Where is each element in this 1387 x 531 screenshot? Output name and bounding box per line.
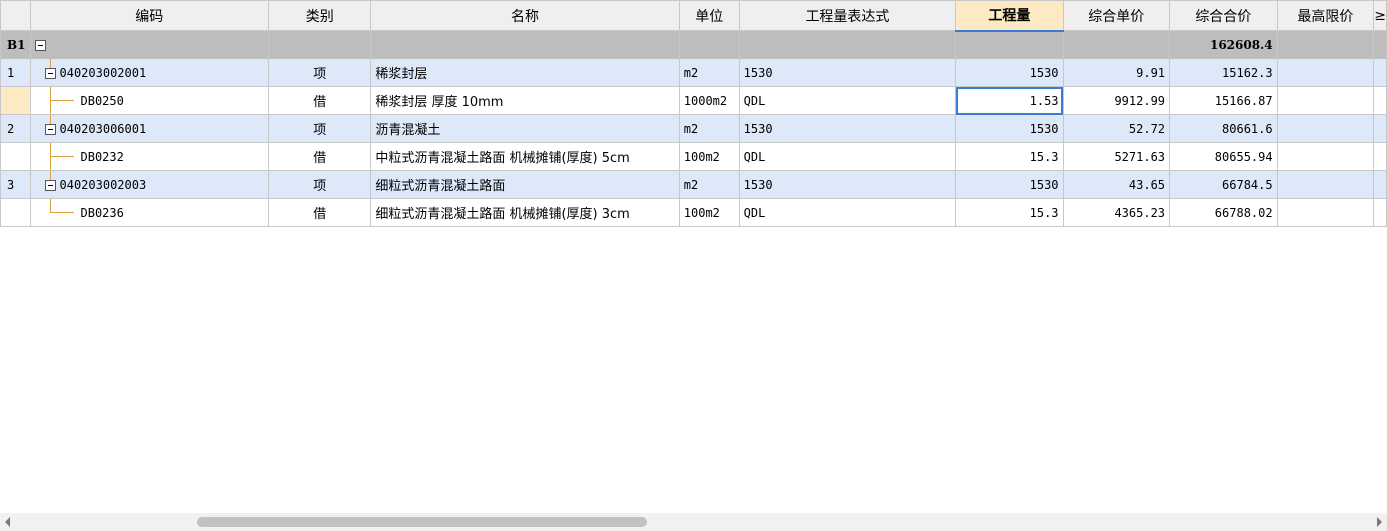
col-header-expr[interactable]: 工程量表达式: [738, 0, 957, 31]
unit-price-cell[interactable]: 43.65: [1062, 170, 1171, 199]
row-number: [0, 86, 31, 115]
qty-cell[interactable]: 1530: [955, 114, 1064, 143]
collapse-icon[interactable]: [44, 179, 56, 191]
type-cell[interactable]: 借: [268, 86, 372, 115]
qty-cell[interactable]: 15.3: [955, 198, 1064, 227]
row-number: 3: [0, 170, 31, 199]
col-header-name[interactable]: 名称: [370, 0, 680, 31]
col-header-unit-price[interactable]: 综合单价: [1062, 0, 1171, 31]
col-header-code[interactable]: 编码: [29, 0, 270, 31]
total-price-cell[interactable]: 66784.5: [1169, 170, 1278, 199]
table-row[interactable]: 1 040203002001 项 稀浆封层 m2 1530 1530 9.91 …: [0, 58, 1387, 87]
col-header-total-price[interactable]: 综合合价: [1169, 0, 1278, 31]
expr-cell[interactable]: 1530: [738, 58, 957, 87]
table-row[interactable]: 2 040203006001 项 沥青混凝土 m2 1530 1530 52.7…: [0, 114, 1387, 143]
unit-price-cell[interactable]: 9.91: [1062, 58, 1171, 87]
unit-cell[interactable]: 100m2: [678, 142, 740, 171]
table-row[interactable]: DB0236 借 细粒式沥青混凝土路面 机械摊铺(厚度) 3cm 100m2 Q…: [0, 198, 1387, 227]
horizontal-scrollbar[interactable]: [0, 513, 1387, 531]
corner-header[interactable]: [0, 0, 31, 31]
qty-cell[interactable]: 1530: [955, 170, 1064, 199]
col-header-type[interactable]: 类别: [268, 0, 372, 31]
table-row[interactable]: DB0250 借 稀浆封层 厚度 10mm 1000m2 QDL 1.53 99…: [0, 86, 1387, 115]
unit-cell[interactable]: m2: [678, 170, 740, 199]
table-row[interactable]: DB0232 借 中粒式沥青混凝土路面 机械摊铺(厚度) 5cm 100m2 Q…: [0, 142, 1387, 171]
row-number: [0, 198, 31, 227]
max-price-cell[interactable]: [1276, 142, 1375, 171]
total-price-cell[interactable]: 80661.6: [1169, 114, 1278, 143]
unit-cell[interactable]: 100m2: [678, 198, 740, 227]
total-price-cell[interactable]: 15162.3: [1169, 58, 1278, 87]
group-total-price: 162608.4: [1169, 30, 1278, 59]
scrollbar-thumb[interactable]: [197, 517, 647, 527]
collapse-icon[interactable]: [44, 67, 56, 79]
max-price-cell[interactable]: [1276, 170, 1375, 199]
name-cell[interactable]: 稀浆封层 厚度 10mm: [370, 86, 680, 115]
col-header-unit[interactable]: 单位: [678, 0, 740, 31]
max-price-cell[interactable]: [1276, 58, 1375, 87]
name-cell[interactable]: 细粒式沥青混凝土路面: [370, 170, 680, 199]
col-header-max-price[interactable]: 最高限价: [1276, 0, 1375, 31]
type-cell[interactable]: 借: [268, 198, 372, 227]
type-cell[interactable]: 项: [268, 58, 372, 87]
unit-price-cell[interactable]: 5271.63: [1062, 142, 1171, 171]
bill-of-quantities-grid: 编码 类别 名称 单位 工程量表达式 工程量 综合单价 综合合价 最高限价 ≥ …: [0, 0, 1387, 227]
row-number: [0, 142, 31, 171]
col-header-extra[interactable]: ≥: [1373, 0, 1387, 31]
name-cell[interactable]: 稀浆封层: [370, 58, 680, 87]
collapse-icon[interactable]: [44, 123, 56, 135]
unit-price-cell[interactable]: 9912.99: [1062, 86, 1171, 115]
code-cell[interactable]: DB0250: [29, 86, 270, 115]
max-price-cell[interactable]: [1276, 86, 1375, 115]
code-cell[interactable]: 040203006001: [29, 114, 270, 143]
group-id: B1: [0, 30, 31, 59]
col-header-qty[interactable]: 工程量: [955, 0, 1064, 32]
max-price-cell[interactable]: [1276, 114, 1375, 143]
type-cell[interactable]: 项: [268, 114, 372, 143]
code-cell[interactable]: DB0232: [29, 142, 270, 171]
unit-cell[interactable]: 1000m2: [678, 86, 740, 115]
max-price-cell[interactable]: [1276, 198, 1375, 227]
table-row[interactable]: 3 040203002003 项 细粒式沥青混凝土路面 m2 1530 1530…: [0, 170, 1387, 199]
name-cell[interactable]: 中粒式沥青混凝土路面 机械摊铺(厚度) 5cm: [370, 142, 680, 171]
code-cell[interactable]: DB0236: [29, 198, 270, 227]
name-cell[interactable]: 细粒式沥青混凝土路面 机械摊铺(厚度) 3cm: [370, 198, 680, 227]
group-row[interactable]: B1 162608.4: [0, 30, 1387, 59]
qty-cell[interactable]: 1530: [955, 58, 1064, 87]
expr-cell[interactable]: 1530: [738, 170, 957, 199]
type-cell[interactable]: 借: [268, 142, 372, 171]
unit-cell[interactable]: m2: [678, 58, 740, 87]
expr-cell[interactable]: QDL: [738, 198, 957, 227]
header-row: 编码 类别 名称 单位 工程量表达式 工程量 综合单价 综合合价 最高限价 ≥: [0, 0, 1387, 32]
qty-cell[interactable]: 15.3: [955, 142, 1064, 171]
expr-cell[interactable]: 1530: [738, 114, 957, 143]
expr-cell[interactable]: QDL: [738, 142, 957, 171]
group-code-cell[interactable]: [29, 30, 270, 59]
row-number: 1: [0, 58, 31, 87]
type-cell[interactable]: 项: [268, 170, 372, 199]
unit-cell[interactable]: m2: [678, 114, 740, 143]
unit-price-cell[interactable]: 52.72: [1062, 114, 1171, 143]
unit-price-cell[interactable]: 4365.23: [1062, 198, 1171, 227]
scroll-left-icon[interactable]: [5, 517, 10, 527]
code-cell[interactable]: 040203002003: [29, 170, 270, 199]
total-price-cell[interactable]: 80655.94: [1169, 142, 1278, 171]
scroll-right-icon[interactable]: [1377, 517, 1382, 527]
name-cell[interactable]: 沥青混凝土: [370, 114, 680, 143]
qty-cell-selected[interactable]: 1.53: [955, 86, 1064, 115]
collapse-icon[interactable]: [34, 39, 46, 51]
expr-cell[interactable]: QDL: [738, 86, 957, 115]
total-price-cell[interactable]: 66788.02: [1169, 198, 1278, 227]
total-price-cell[interactable]: 15166.87: [1169, 86, 1278, 115]
row-number: 2: [0, 114, 31, 143]
code-cell[interactable]: 040203002001: [29, 58, 270, 87]
